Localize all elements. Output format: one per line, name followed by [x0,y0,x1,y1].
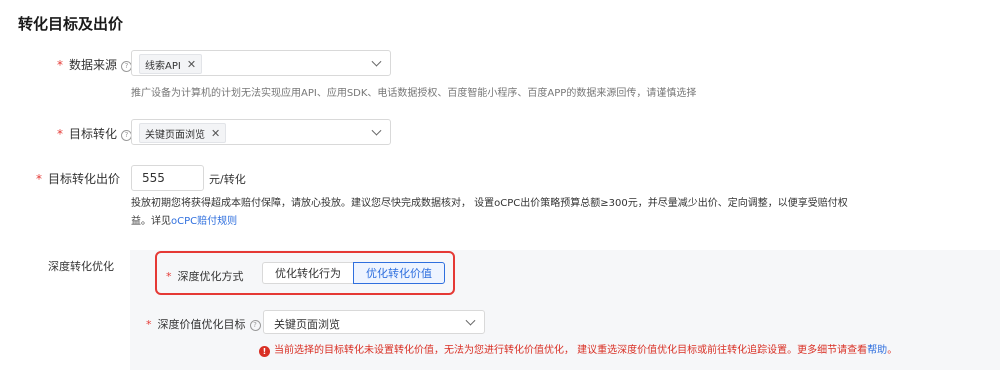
target-conversion-select[interactable]: 关键页面浏览 ✕ [131,119,391,145]
target-conversion-tag: 关键页面浏览 ✕ [139,123,227,143]
ocpc-rules-link[interactable]: oCPC赔付规则 [171,216,237,227]
bid-label-text: 目标转化出价 [48,172,121,186]
error-icon: ! [259,346,270,357]
section-title: 转化目标及出价 [18,15,124,33]
warning-text: 当前选择的目标转化未设置转化价值，无法为您进行转化价值优化， 建议重选深度价值优… [274,345,868,356]
warning-end: 。 [887,345,898,356]
target-conversion-tag-label: 关键页面浏览 [145,129,205,141]
bid-input[interactable] [131,165,204,191]
bid-unit: 元/转化 [209,173,246,186]
required-mark: * [57,127,63,141]
data-source-select[interactable]: 线索API ✕ [131,50,391,76]
deep-target-value: 关键页面浏览 [274,318,340,331]
required-mark: * [146,318,152,331]
data-source-label-text: 数据来源 [69,58,118,72]
chevron-down-icon [371,125,382,136]
chevron-down-icon [465,315,476,326]
bid-desc-line1: 投放初期您将获得超成本赔付保障，请放心投放。建议您尽快完成数据核对， 设置oCP… [131,198,848,209]
bid-desc-line2: 益。详见oCPC赔付规则 [131,213,891,231]
close-icon[interactable]: ✕ [187,58,196,71]
bid-desc-prefix: 益。详见 [131,216,171,227]
deep-target-select[interactable]: 关键页面浏览 [263,310,485,334]
data-source-tag: 线索API ✕ [139,54,203,74]
deep-target-label: * 深度价值优化目标? [146,316,261,332]
data-source-hint: 推广设备为计算机的计划无法实现应用API、应用SDK、电话数据授权、百度智能小程… [131,88,697,99]
data-source-tag-label: 线索API [145,60,181,72]
bid-description: 投放初期您将获得超成本赔付保障，请放心投放。建议您尽快完成数据核对， 设置oCP… [131,195,891,231]
info-icon[interactable]: ? [249,320,261,331]
deep-warning: ! 当前选择的目标转化未设置转化价值，无法为您进行转化价值优化， 建议重选深度价值… [259,341,897,357]
target-conversion-label: * 目标转化? [57,125,133,142]
required-mark: * [36,172,42,186]
deep-section-label: 深度转化优化 [48,260,114,273]
required-mark: * [57,58,63,72]
chevron-down-icon [371,56,382,67]
target-conversion-label-text: 目标转化 [69,127,118,141]
deep-target-label-text: 深度价值优化目标 [157,318,246,331]
close-icon[interactable]: ✕ [211,127,220,140]
bid-label: * 目标转化出价 [36,170,120,187]
highlight-box [155,251,455,295]
data-source-label: * 数据来源? [57,56,133,73]
help-link[interactable]: 帮助 [867,345,887,356]
